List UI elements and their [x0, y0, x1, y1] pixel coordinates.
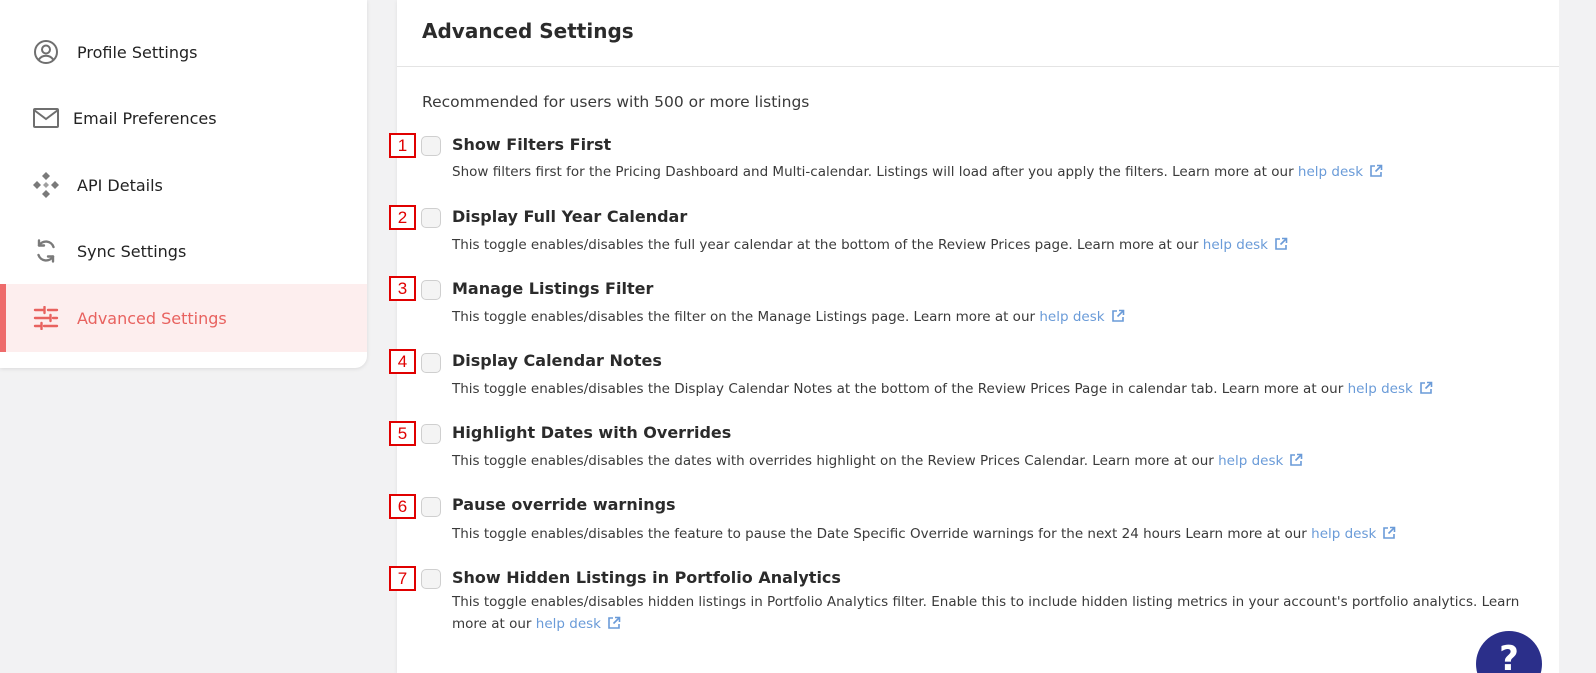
help-desk-link-label: help desk — [1347, 381, 1413, 397]
help-desk-link-label: help desk — [1039, 309, 1105, 325]
setting-description-text: Show filters first for the Pricing Dashb… — [452, 164, 1294, 180]
page-title: Advanced Settings — [422, 19, 634, 43]
api-diamond-icon — [30, 169, 62, 201]
external-link-icon — [608, 616, 621, 629]
help-desk-link-label: help desk — [1202, 237, 1268, 253]
external-link-icon — [1370, 164, 1383, 177]
setting-description-text: This toggle enables/disables the full ye… — [452, 237, 1199, 253]
envelope-icon — [30, 102, 62, 134]
panel-header: Advanced Settings — [397, 0, 1559, 67]
annotation-number-badge: 1 — [389, 133, 416, 158]
sidebar-item-api-details[interactable]: API Details — [0, 151, 367, 219]
annotation-number-badge: 6 — [389, 494, 416, 519]
page-gutter — [1559, 0, 1596, 673]
sidebar-item-advanced-settings[interactable]: Advanced Settings — [0, 284, 367, 352]
setting-title: Pause override warnings — [452, 495, 676, 514]
setting-title: Display Full Year Calendar — [452, 207, 688, 226]
external-link-icon — [1290, 453, 1303, 466]
help-desk-link[interactable]: help desk — [1218, 453, 1303, 469]
setting-description: This toggle enables/disables the dates w… — [452, 450, 1532, 472]
setting-description: Show filters first for the Pricing Dashb… — [452, 161, 1532, 183]
sidebar-item-email-preferences[interactable]: Email Preferences — [0, 84, 367, 152]
setting-title: Manage Listings Filter — [452, 279, 654, 298]
highlight-dates-with-overrides-checkbox[interactable] — [421, 424, 441, 444]
annotation-number-badge: 7 — [389, 566, 416, 591]
help-desk-link[interactable]: help desk — [1203, 237, 1288, 253]
external-link-icon — [1111, 309, 1124, 322]
setting-description: This toggle enables/disables hidden list… — [452, 591, 1532, 635]
annotation-number-badge: 5 — [389, 421, 416, 446]
help-desk-link[interactable]: help desk — [1039, 309, 1124, 325]
annotation-number-badge: 2 — [389, 205, 416, 230]
help-desk-link-label: help desk — [1297, 164, 1364, 180]
setting-description-text: This toggle enables/disables the feature… — [452, 526, 1307, 542]
sidebar-item-label: Profile Settings — [77, 42, 198, 62]
help-desk-link[interactable]: help desk — [1311, 526, 1396, 542]
setting-description-text: This toggle enables/disables the dates w… — [452, 453, 1214, 469]
external-link-icon — [1275, 237, 1288, 250]
sidebar-item-label: Sync Settings — [77, 241, 187, 261]
advanced-settings-panel: Advanced Settings Recommended for users … — [389, 0, 1559, 673]
sidebar-item-profile-settings[interactable]: Profile Settings — [0, 18, 367, 86]
setting-description: This toggle enables/disables the feature… — [452, 523, 1532, 545]
annotation-number-badge: 4 — [389, 349, 416, 374]
pause-override-warnings-checkbox[interactable] — [421, 497, 441, 517]
setting-title: Show Filters First — [452, 135, 612, 154]
setting-description-text: This toggle enables/disables the filter … — [452, 309, 1036, 325]
display-full-year-calendar-checkbox[interactable] — [421, 208, 441, 228]
help-fab-label: ? — [1499, 639, 1519, 673]
setting-title: Highlight Dates with Overrides — [452, 423, 732, 442]
sliders-icon — [30, 302, 62, 334]
setting-description-text: This toggle enables/disables the Display… — [452, 381, 1344, 397]
external-link-icon — [1383, 526, 1396, 539]
help-desk-link[interactable]: help desk — [536, 616, 621, 632]
settings-sidebar: Profile Settings Email Preferences API D… — [0, 0, 367, 368]
external-link-icon — [1419, 381, 1433, 394]
panel-subtitle: Recommended for users with 500 or more l… — [422, 93, 810, 111]
help-desk-link[interactable]: help desk — [1298, 164, 1383, 180]
user-circle-icon — [30, 36, 62, 68]
setting-description: This toggle enables/disables the filter … — [452, 306, 1532, 328]
annotation-number-badge: 3 — [389, 276, 416, 301]
setting-title: Show Hidden Listings in Portfolio Analyt… — [452, 568, 841, 587]
sidebar-item-sync-settings[interactable]: Sync Settings — [0, 217, 367, 285]
display-calendar-notes-checkbox[interactable] — [421, 353, 441, 373]
setting-description: This toggle enables/disables the full ye… — [452, 234, 1532, 256]
help-desk-link[interactable]: help desk — [1348, 381, 1433, 397]
help-desk-link-label: help desk — [1218, 453, 1284, 469]
sidebar-item-label: API Details — [77, 175, 163, 195]
manage-listings-filter-checkbox[interactable] — [421, 280, 441, 300]
setting-description: This toggle enables/disables the Display… — [452, 378, 1532, 400]
sync-icon — [30, 235, 62, 267]
show-hidden-listings-checkbox[interactable] — [421, 569, 441, 589]
setting-title: Display Calendar Notes — [452, 351, 662, 370]
sidebar-item-label: Email Preferences — [73, 108, 217, 128]
help-desk-link-label: help desk — [535, 616, 601, 632]
show-filters-first-checkbox[interactable] — [421, 136, 441, 156]
help-desk-link-label: help desk — [1311, 526, 1377, 542]
sidebar-item-label: Advanced Settings — [77, 308, 227, 328]
